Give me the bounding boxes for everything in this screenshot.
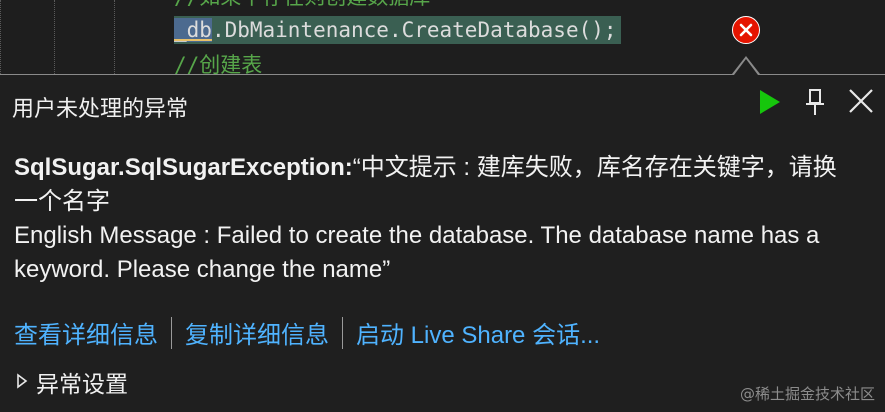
code-comment-line: //创建表: [174, 53, 263, 76]
indent-guide: [114, 0, 115, 76]
current-statement-line[interactable]: _db.DbMaintenance.CreateDatabase();: [174, 16, 621, 44]
view-details-link[interactable]: 查看详细信息: [14, 315, 158, 350]
pin-icon[interactable]: [801, 87, 829, 117]
exception-popup: 用户未处理的异常 SqlSugar.SqlSugarException:“中文提…: [0, 74, 885, 412]
popup-actions: [755, 87, 875, 117]
close-icon[interactable]: [847, 87, 875, 117]
db-token[interactable]: _db: [174, 18, 212, 42]
popup-links: 查看详细信息 复制详细信息 启动 Live Share 会话...: [14, 315, 600, 350]
statement-text: .DbMaintenance.CreateDatabase();: [211, 18, 617, 42]
indent-guide: [54, 0, 55, 76]
chevron-right-icon: [16, 369, 28, 395]
copy-details-link[interactable]: 复制详细信息: [185, 315, 329, 350]
exception-type: SqlSugar.SqlSugarException:: [14, 154, 353, 181]
code-comment-line: //如果不存在则创建数据库: [174, 0, 430, 11]
settings-label: 异常设置: [36, 372, 128, 398]
popup-title: 用户未处理的异常: [12, 97, 189, 122]
popup-callout-fill: [734, 59, 758, 75]
exception-message: SqlSugar.SqlSugarException:“中文提示 : 建库失败，…: [14, 151, 859, 287]
exception-settings-toggle[interactable]: 异常设置: [16, 365, 128, 399]
error-icon[interactable]: [732, 16, 760, 44]
link-separator: [342, 316, 343, 349]
link-separator: [171, 316, 172, 349]
play-icon[interactable]: [755, 87, 783, 117]
live-share-link[interactable]: 启动 Live Share 会话...: [356, 315, 600, 350]
message-en: English Message : Failed to create the d…: [14, 222, 820, 283]
indent-guide: [0, 0, 1, 76]
watermark: @稀土掘金技术社区: [739, 385, 875, 403]
